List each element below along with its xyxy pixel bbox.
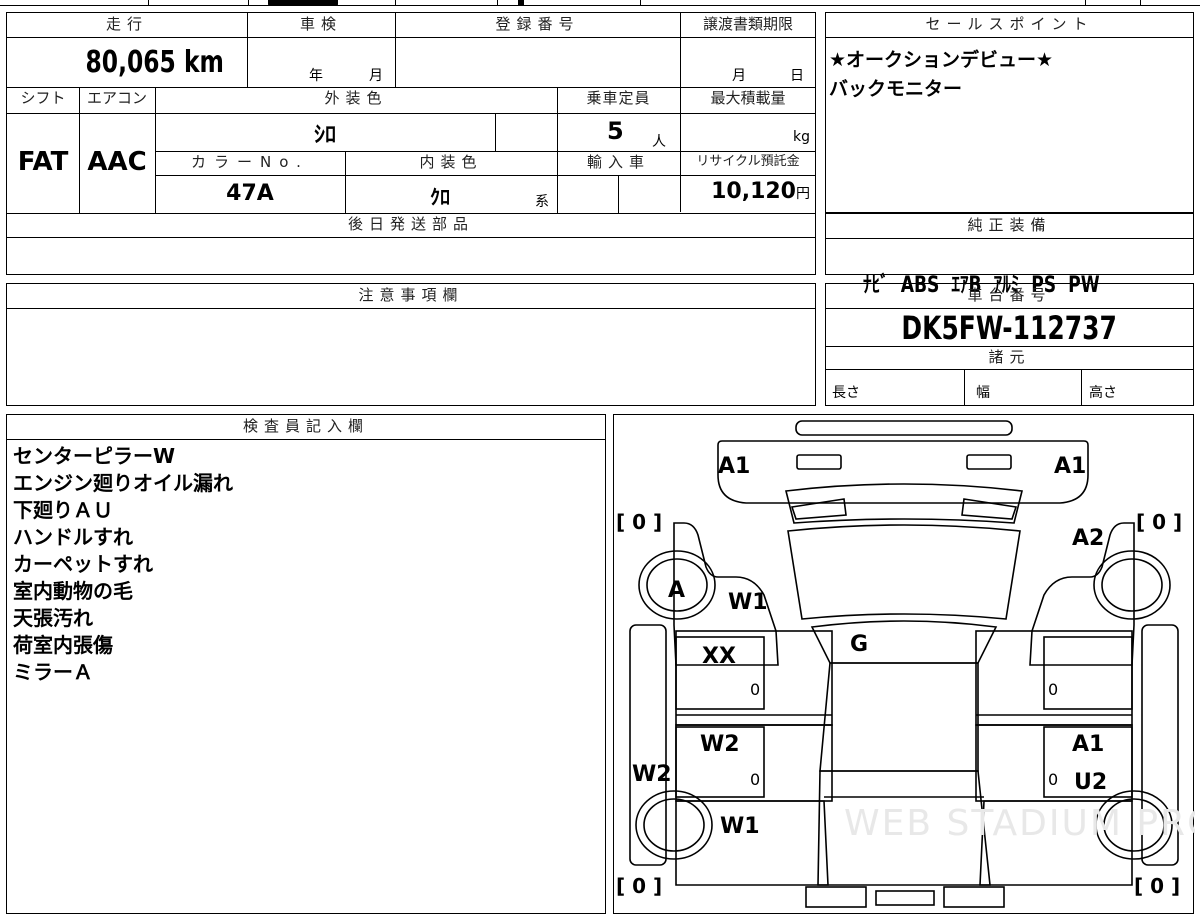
interior-suffix: 系 bbox=[535, 194, 549, 210]
parts-later-header: 後日発送部品 bbox=[347, 215, 474, 233]
cabin bbox=[810, 620, 998, 664]
recycle-fee-header: リサイクル預託金 bbox=[696, 154, 800, 169]
mark-w2-side: W2 bbox=[632, 762, 672, 787]
recycle-fee-value: 10,120円 bbox=[711, 179, 810, 204]
shift-value: FAT bbox=[17, 147, 69, 177]
registration-header: 登録番号 bbox=[495, 15, 580, 33]
door-zero: 0 bbox=[1048, 770, 1058, 789]
top-cut-strip bbox=[0, 0, 1200, 8]
inspector-note: カーペットすれ bbox=[13, 552, 153, 576]
inspector-note: センターピラーW bbox=[13, 444, 176, 468]
wheel-front-right bbox=[1093, 550, 1171, 620]
mark-u2: U2 bbox=[1074, 770, 1107, 795]
inspector-note: ハンドルすれ bbox=[13, 525, 133, 549]
spec-width: 幅 bbox=[976, 385, 990, 401]
inspector-note: ミラーＡ bbox=[13, 660, 93, 684]
import-header: 輸入車 bbox=[586, 153, 650, 171]
color-number-value: 47A bbox=[226, 181, 274, 206]
sales-point-box: セールスポイント ★オークションデビュー★ バックモニター bbox=[825, 12, 1194, 213]
inspector-box: 検査員記入欄 センターピラーW エンジン廻りオイル漏れ 下廻りＡＵ ハンドルすれ… bbox=[6, 414, 606, 914]
door-zero: 0 bbox=[750, 680, 760, 699]
tire-rear-right: [ 0 ] bbox=[1134, 874, 1180, 898]
headlight-right bbox=[966, 454, 1012, 470]
tire-front-left: [ 0 ] bbox=[616, 510, 662, 534]
wheel-rear-left bbox=[635, 790, 713, 860]
front-end bbox=[717, 440, 1089, 504]
mark-a2: A2 bbox=[1072, 526, 1104, 551]
color-number-header: カラーNo. bbox=[191, 153, 309, 171]
equipment-header: 純正装備 bbox=[967, 216, 1052, 234]
inspector-note: 室内動物の毛 bbox=[13, 579, 133, 603]
transfer-month: 月 bbox=[732, 68, 746, 84]
mark-a1-right: A1 bbox=[1054, 454, 1086, 479]
door-zero: 0 bbox=[750, 770, 760, 789]
shaken-year: 年 bbox=[309, 68, 323, 84]
exterior-color-value: ｼﾛ bbox=[313, 123, 336, 148]
roof bbox=[819, 662, 979, 772]
windshield bbox=[787, 524, 1021, 620]
tire-front-right: [ 0 ] bbox=[1136, 510, 1182, 534]
mark-w1-rear: W1 bbox=[720, 814, 760, 839]
interior-color-value: ｸﾛ bbox=[430, 185, 450, 209]
inspector-note: 下廻りＡＵ bbox=[13, 498, 113, 522]
mark-a1-left: A1 bbox=[718, 454, 750, 479]
inspector-note: 天張汚れ bbox=[13, 606, 93, 630]
left-front-door bbox=[675, 630, 833, 726]
right-rear-door bbox=[975, 724, 1133, 802]
chassis-number: DK5FW-112737 bbox=[901, 309, 1118, 347]
transfer-deadline-header: 譲渡書類期限 bbox=[702, 15, 793, 33]
mark-g: G bbox=[850, 632, 868, 657]
tire-rear-left: [ 0 ] bbox=[616, 874, 662, 898]
caution-box: 注意事項欄 bbox=[6, 283, 816, 406]
sales-point-line: バックモニター bbox=[829, 78, 963, 100]
inspector-note: エンジン廻りオイル漏れ bbox=[13, 471, 233, 495]
capacity-header: 乗車定員 bbox=[586, 89, 651, 107]
mark-w1-front: W1 bbox=[728, 590, 768, 615]
specs-header: 諸元 bbox=[988, 348, 1031, 366]
shaken-month: 月 bbox=[369, 68, 383, 84]
caution-header: 注意事項欄 bbox=[358, 286, 464, 304]
capacity-value: 5 bbox=[607, 117, 624, 145]
sales-point-header: セールスポイント bbox=[925, 15, 1094, 33]
car-damage-diagram: WEB STADIUM PRO [ 0 ] [ 0 ] [ 0 ] [ 0 ] … bbox=[613, 414, 1195, 914]
max-load-unit: kg bbox=[793, 129, 810, 145]
chassis-box: 車台番号 DK5FW-112737 諸元 長さ 幅 高さ bbox=[825, 283, 1194, 406]
exterior-color-header: 外装色 bbox=[324, 89, 388, 107]
door-zero: 0 bbox=[1048, 680, 1058, 699]
right-front-door bbox=[975, 630, 1133, 726]
mark-a1-rear-door: A1 bbox=[1072, 732, 1104, 757]
max-load-header: 最大積載量 bbox=[710, 89, 786, 107]
car-outline: WEB STADIUM PRO [ 0 ] [ 0 ] [ 0 ] [ 0 ] … bbox=[616, 420, 1195, 908]
sales-point-line: ★オークションデビュー★ bbox=[829, 49, 1054, 71]
headlight-left bbox=[796, 454, 842, 470]
ac-value: AAC bbox=[87, 147, 147, 177]
spec-length: 長さ bbox=[832, 385, 860, 401]
shaken-header: 車検 bbox=[299, 15, 342, 33]
spec-height: 高さ bbox=[1089, 385, 1117, 401]
mark-xx: XX bbox=[702, 644, 736, 669]
front-bumper bbox=[795, 420, 1013, 436]
mileage-value: 80,065 km bbox=[85, 45, 224, 80]
equipment-box: 純正装備 ﾅﾋﾞ ABS ｴｱB ｱﾙﾐ PS PW bbox=[825, 213, 1194, 298]
inspector-note: 荷室内張傷 bbox=[13, 633, 113, 657]
vehicle-info-table: 走行 車検 登録番号 譲渡書類期限 80,065 km 年 月 月 日 シフト … bbox=[6, 12, 816, 275]
transfer-day: 日 bbox=[790, 68, 804, 84]
interior-color-header: 内装色 bbox=[419, 153, 483, 171]
capacity-unit: 人 bbox=[652, 134, 666, 150]
chassis-header: 車台番号 bbox=[967, 286, 1052, 304]
mileage-header: 走行 bbox=[105, 15, 148, 33]
watermark: WEB STADIUM PRO bbox=[844, 803, 1195, 844]
mark-w2-door: W2 bbox=[700, 732, 740, 757]
mark-a: A bbox=[668, 578, 685, 603]
shift-header: シフト bbox=[20, 89, 66, 107]
ac-header: エアコン bbox=[86, 89, 147, 107]
inspector-header: 検査員記入欄 bbox=[242, 417, 369, 435]
left-rocker bbox=[629, 624, 667, 866]
